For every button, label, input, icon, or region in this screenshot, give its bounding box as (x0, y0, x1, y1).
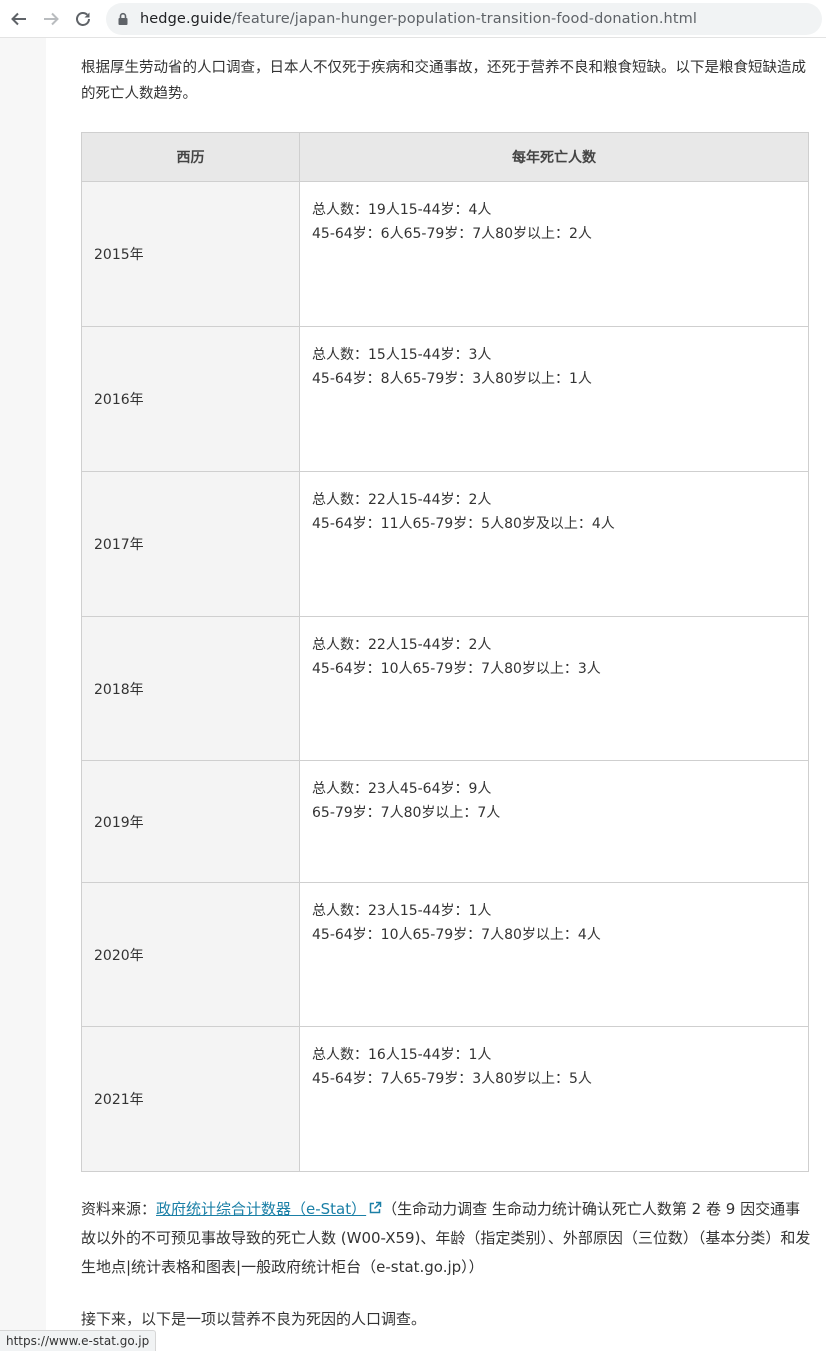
deaths-table: 西历 每年死亡人数 2015年 总人数：19人15-44岁：4人 45-64岁：6… (81, 132, 809, 1172)
year-cell: 2020年 (81, 882, 300, 1027)
deaths-cell: 总人数：15人15-44岁：3人 45-64岁：8人65-79岁：3人80岁以上：… (299, 326, 809, 472)
forward-button[interactable] (35, 3, 67, 35)
table-row: 2016年 总人数：15人15-44岁：3人 45-64岁：8人65-79岁：3人… (81, 326, 809, 472)
address-bar[interactable]: hedge.guide/feature/japan-hunger-populat… (106, 3, 822, 35)
year-cell: 2016年 (81, 326, 300, 472)
table-row: 2015年 总人数：19人15-44岁：4人 45-64岁：6人65-79岁：7人… (81, 181, 809, 327)
deaths-line: 总人数：23人15-44岁：1人 (312, 903, 492, 919)
reload-icon (76, 11, 90, 26)
table-row: 2017年 总人数：22人15-44岁：2人 45-64岁：11人65-79岁：5… (81, 471, 809, 617)
browser-toolbar: hedge.guide/feature/japan-hunger-populat… (0, 0, 826, 38)
table-row: 2021年 总人数：16人15-44岁：1人 45-64岁：7人65-79岁：3人… (81, 1026, 809, 1172)
deaths-line: 总人数：16人15-44岁：1人 (312, 1047, 492, 1063)
deaths-line: 总人数：23人45-64岁：9人 (312, 781, 492, 797)
deaths-line: 总人数：19人15-44岁：4人 (312, 202, 492, 218)
left-margin (0, 38, 46, 1351)
year-cell: 2015年 (81, 181, 300, 327)
year-cell: 2018年 (81, 616, 300, 761)
url-host: hedge.guide (140, 11, 232, 27)
year-cell: 2019年 (81, 760, 300, 883)
source-paragraph: 资料来源：政府统计综合计数器（e-Stat） （生命动力调查 生命动力统计确认死亡… (81, 1195, 811, 1282)
deaths-line: 45-64岁：7人65-79岁：3人80岁以上：5人 (312, 1071, 592, 1087)
intro-paragraph: 根据厚生劳动省的人口调查，日本人不仅死于疾病和交通事故，还死于营养不良和粮食短缺… (81, 60, 806, 102)
deaths-line: 45-64岁：10人65-79岁：7人80岁以上：4人 (312, 927, 601, 943)
deaths-cell: 总人数：22人15-44岁：2人 45-64岁：10人65-79岁：7人80岁以上… (299, 616, 809, 761)
deaths-line: 45-64岁：11人65-79岁：5人80岁及以上：4人 (312, 516, 615, 532)
status-bar-url: https://www.e-stat.go.jp (0, 1330, 157, 1351)
url-path: /feature/japan-hunger-population-transit… (231, 11, 697, 27)
url-text: hedge.guide/feature/japan-hunger-populat… (140, 11, 697, 27)
deaths-cell: 总人数：19人15-44岁：4人 45-64岁：6人65-79岁：7人80岁以上：… (299, 181, 809, 327)
table-row: 2020年 总人数：23人15-44岁：1人 45-64岁：10人65-79岁：7… (81, 882, 809, 1027)
header-deaths: 每年死亡人数 (299, 132, 809, 182)
header-year: 西历 (81, 132, 300, 182)
next-paragraph: 接下来，以下是一项以营养不良为死因的人口调查。 (81, 1310, 427, 1328)
arrow-left-icon (11, 12, 26, 25)
deaths-line: 45-64岁：10人65-79岁：7人80岁以上：3人 (312, 661, 601, 677)
deaths-cell: 总人数：22人15-44岁：2人 45-64岁：11人65-79岁：5人80岁及以… (299, 471, 809, 617)
deaths-cell: 总人数：23人15-44岁：1人 45-64岁：10人65-79岁：7人80岁以上… (299, 882, 809, 1027)
deaths-line: 总人数：15人15-44岁：3人 (312, 347, 492, 363)
deaths-line: 总人数：22人15-44岁：2人 (312, 492, 492, 508)
year-cell: 2017年 (81, 471, 300, 617)
external-link-icon (369, 1201, 382, 1214)
table-row: 2018年 总人数：22人15-44岁：2人 45-64岁：10人65-79岁：7… (81, 616, 809, 761)
year-cell: 2021年 (81, 1026, 300, 1172)
deaths-cell: 总人数：23人45-64岁：9人 65-79岁：7人80岁以上：7人 (299, 760, 809, 883)
deaths-line: 65-79岁：7人80岁以上：7人 (312, 805, 501, 821)
table-row: 2019年 总人数：23人45-64岁：9人 65-79岁：7人80岁以上：7人 (81, 760, 809, 883)
arrow-right-icon (44, 12, 59, 25)
deaths-line: 45-64岁：6人65-79岁：7人80岁以上：2人 (312, 226, 592, 242)
deaths-cell: 总人数：16人15-44岁：1人 45-64岁：7人65-79岁：3人80岁以上：… (299, 1026, 809, 1172)
lock-icon (118, 12, 128, 25)
back-button[interactable] (3, 3, 35, 35)
e-stat-link[interactable]: 政府统计综合计数器（e-Stat） (156, 1200, 366, 1218)
deaths-line: 45-64岁：8人65-79岁：3人80岁以上：1人 (312, 371, 592, 387)
source-prefix: 资料来源： (81, 1200, 157, 1218)
deaths-line: 总人数：22人15-44岁：2人 (312, 637, 492, 653)
reload-button[interactable] (67, 3, 99, 35)
